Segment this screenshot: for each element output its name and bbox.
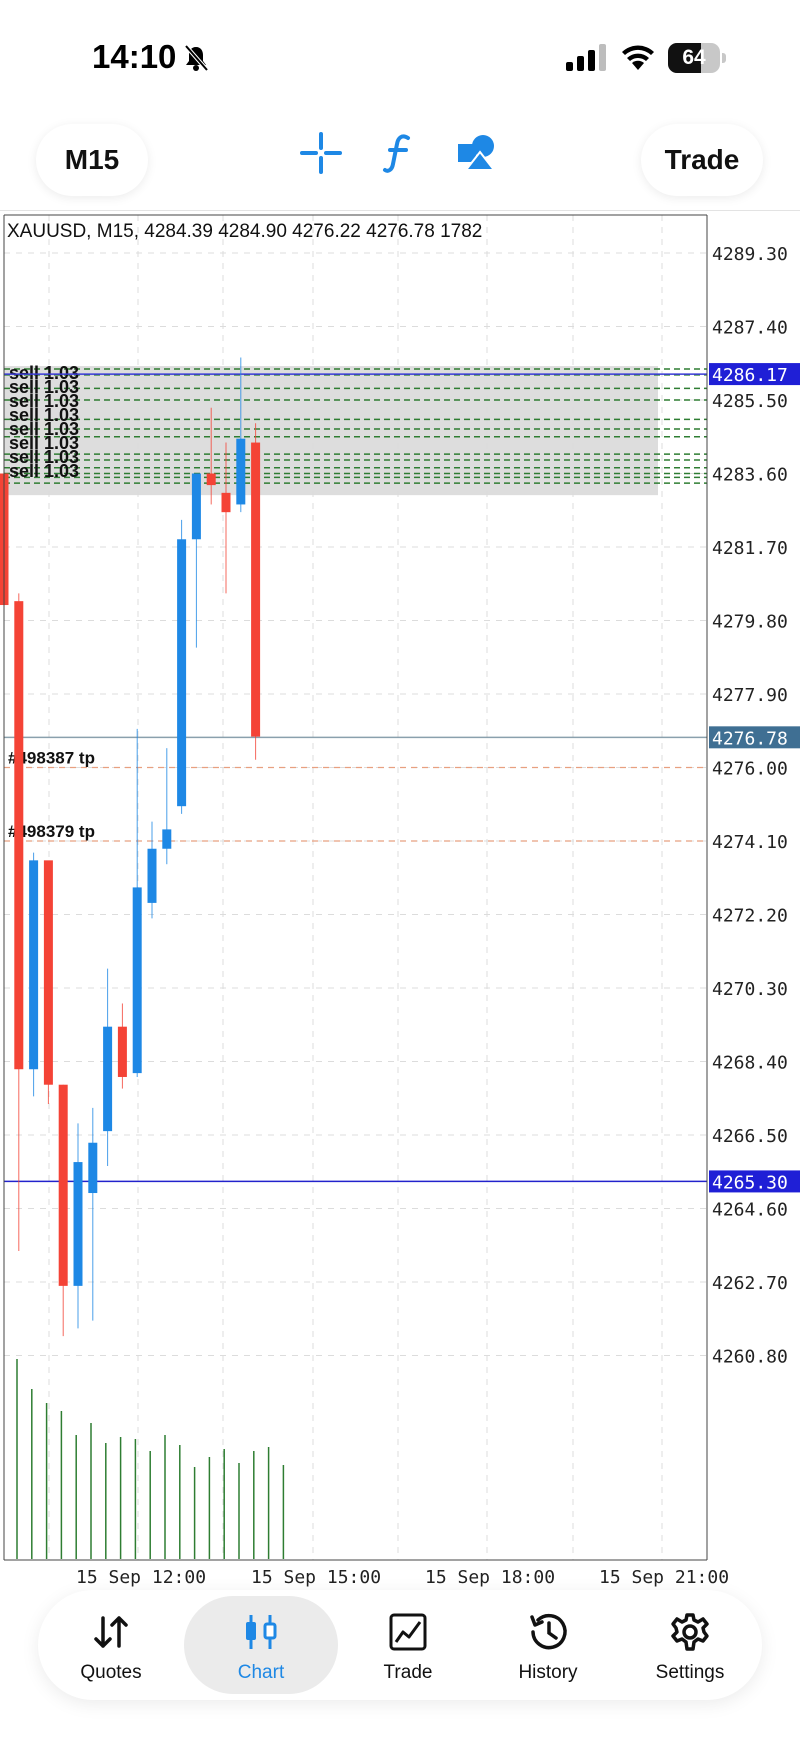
candle-body: [236, 438, 246, 505]
y-tick-label: 4285.50: [712, 391, 788, 412]
sell-order-label: sell 1.03: [9, 461, 79, 481]
wifi-icon: [622, 45, 654, 70]
tab-settings-label: Settings: [655, 1662, 725, 1683]
indicators-function-icon[interactable]: [382, 132, 416, 174]
tab-trade[interactable]: Trade: [338, 1590, 478, 1700]
candle-body: [103, 1026, 113, 1132]
objects-shapes-icon[interactable]: [456, 132, 498, 174]
trade-chart-icon: [389, 1613, 427, 1651]
y-tick-label: 4276.00: [712, 759, 788, 780]
candle-body: [206, 473, 216, 486]
tab-settings[interactable]: Settings: [618, 1590, 762, 1700]
tab-trade-label: Trade: [383, 1662, 433, 1683]
battery-icon: 64: [668, 43, 726, 73]
price-level-value: 4286.17: [712, 365, 788, 386]
y-tick-label: 4281.70: [712, 538, 788, 559]
quotes-arrows-icon: [94, 1616, 128, 1648]
tab-chart-label: Chart: [237, 1662, 285, 1683]
y-tick-label: 4266.50: [712, 1126, 788, 1147]
chart-toolbar: M15 Trade: [0, 110, 800, 210]
y-tick-label: 4283.60: [712, 465, 788, 486]
candlestick-icon: [246, 1615, 277, 1649]
sell-zone: [4, 366, 658, 496]
y-tick-label: 4289.30: [712, 244, 788, 265]
price-level-value: 4276.78: [712, 728, 788, 749]
tab-quotes[interactable]: Quotes: [38, 1590, 184, 1700]
cellular-signal-icon: [566, 44, 606, 71]
chart-title: XAUUSD, M15, 4284.39 4284.90 4276.22 427…: [7, 221, 482, 242]
crosshair-icon[interactable]: [300, 132, 342, 174]
trade-button[interactable]: Trade: [641, 124, 763, 196]
candle-body: [177, 539, 187, 807]
candle-body: [29, 860, 39, 1070]
candle-body: [221, 492, 231, 513]
y-tick-label: 4279.80: [712, 612, 788, 633]
bell-muted-icon: [184, 44, 209, 72]
candle-body: [147, 848, 157, 903]
price-level-value: 4265.30: [712, 1172, 788, 1193]
candle-body: [14, 601, 24, 1070]
tab-history[interactable]: History: [478, 1590, 618, 1700]
y-tick-label: 4287.40: [712, 318, 788, 339]
y-tick-label: 4262.70: [712, 1273, 788, 1294]
gear-icon: [671, 1613, 709, 1651]
x-tick-label: 15 Sep 21:00: [599, 1567, 729, 1588]
y-tick-label: 4272.20: [712, 906, 788, 927]
y-tick-label: 4274.10: [712, 832, 788, 853]
battery-level: 64: [682, 46, 706, 69]
candle-body: [251, 442, 261, 737]
candle-body: [132, 887, 142, 1074]
candle-body: [191, 473, 201, 540]
x-tick-label: 15 Sep 18:00: [425, 1567, 555, 1588]
price-chart[interactable]: 4289.30 4287.40 4285.50 4283.60 4281.70 4279.…: [0, 210, 800, 1610]
y-tick-label: 4268.40: [712, 1053, 788, 1074]
candle-body: [117, 1026, 127, 1077]
bottom-tab-bar: Quotes Chart Trade History Settings: [38, 1590, 762, 1700]
candle-body: [43, 860, 53, 1085]
y-tick-label: 4277.90: [712, 685, 788, 706]
candle-body: [88, 1142, 98, 1194]
candle-body: [162, 829, 172, 849]
tab-quotes-label: Quotes: [80, 1662, 142, 1683]
status-time: 14:10: [92, 38, 177, 75]
candle-body: [73, 1162, 83, 1286]
tab-history-label: History: [518, 1662, 578, 1683]
candle-body: [58, 1084, 68, 1286]
status-bar: 14:10 64: [0, 0, 800, 110]
y-tick-label: 4260.80: [712, 1347, 788, 1368]
timeframe-button[interactable]: M15: [36, 124, 148, 196]
x-tick-label: 15 Sep 15:00: [251, 1567, 381, 1588]
y-tick-label: 4264.60: [712, 1200, 788, 1221]
price-chart-svg[interactable]: 4289.30 4287.40 4285.50 4283.60 4281.70 4279.…: [0, 210, 800, 1610]
y-tick-label: 4270.30: [712, 979, 788, 1000]
x-tick-label: 15 Sep 12:00: [76, 1567, 206, 1588]
history-clock-icon: [530, 1613, 567, 1650]
tab-chart[interactable]: Chart: [184, 1590, 338, 1700]
